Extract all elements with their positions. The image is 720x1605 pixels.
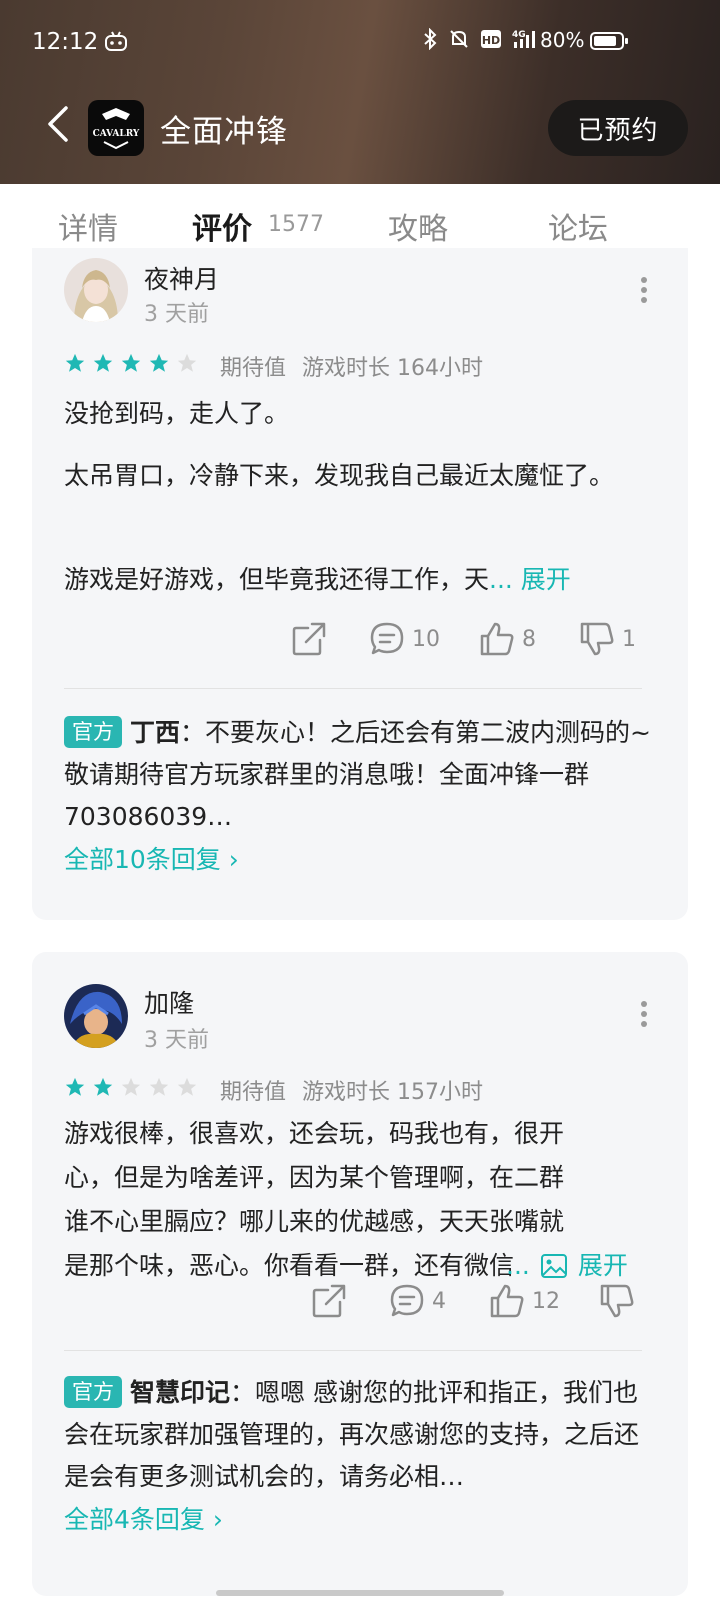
review-meta: 期待值 游戏时长 157小时 <box>220 1074 483 1106</box>
star-rating <box>64 1076 198 1098</box>
game-logo: CAVALRY <box>88 100 144 156</box>
all-replies-link[interactable]: 全部10条回复 › <box>64 840 239 876</box>
logo-text: CAVALRY <box>93 129 140 139</box>
dislike-count: 1 <box>622 626 636 652</box>
all-replies-link[interactable]: 全部4条回复 › <box>64 1500 223 1536</box>
status-bar: 12:12 HD 4G 80% <box>0 22 720 62</box>
bluetooth-icon <box>424 28 437 50</box>
star-empty-icon <box>177 353 197 372</box>
reply-author[interactable]: 智慧印记 <box>130 1378 230 1407</box>
status-icons: HD 4G <box>422 28 540 50</box>
thumbs-up-icon <box>490 1284 524 1318</box>
svg-text:HD: HD <box>482 34 500 47</box>
star-empty-icon <box>149 1077 169 1096</box>
star-icon <box>149 353 169 372</box>
review-time: 3 天前 <box>144 1028 209 1053</box>
tab-reviews-count: 1577 <box>268 212 324 237</box>
home-indicator[interactable] <box>216 1590 504 1596</box>
avatar[interactable] <box>64 984 128 1048</box>
review-time: 3 天前 <box>144 302 209 327</box>
review-meta: 期待值 游戏时长 164小时 <box>220 350 483 382</box>
review-paragraph: 游戏很棒，很喜欢，还会玩，码我也有，很开心，但是为啥差评，因为某个管理啊，在二群… <box>64 1119 564 1280</box>
review-username[interactable]: 加隆 <box>144 984 194 1020</box>
review-playtime: 游戏时长 157小时 <box>302 1080 484 1105</box>
thumbs-down-icon <box>580 622 614 656</box>
dislike-button[interactable] <box>598 1282 642 1320</box>
status-time: 12:12 <box>32 29 99 55</box>
star-empty-icon <box>177 1077 197 1096</box>
review-paragraph: 没抢到码，走人了。 <box>64 399 290 428</box>
star-icon <box>93 1077 113 1096</box>
like-button[interactable]: 8 <box>478 620 536 658</box>
share-button[interactable] <box>310 1282 348 1320</box>
thumbs-up-icon <box>480 622 514 656</box>
mute-icon <box>450 30 468 48</box>
official-badge: 官方 <box>64 1376 122 1408</box>
share-button[interactable] <box>290 620 328 658</box>
official-reply: 官方 智慧印记：嗯嗯 感谢您的批评和指正，我们也会在玩家群加强管理的，再次感谢您的… <box>64 1372 658 1498</box>
app-header: 12:12 HD 4G 80% CAVALRY 全面冲锋 已预约 <box>0 0 720 184</box>
official-badge: 官方 <box>64 716 122 748</box>
battery-level: 80% <box>540 28 585 52</box>
back-button[interactable] <box>44 104 74 144</box>
comment-count: 4 <box>432 1288 446 1314</box>
comment-button[interactable]: 10 <box>368 620 440 658</box>
more-options-icon[interactable] <box>640 276 648 304</box>
dislike-button[interactable]: 1 <box>578 620 636 658</box>
svg-text:4G: 4G <box>512 30 526 40</box>
thumbs-down-icon <box>600 1284 634 1318</box>
hd-icon: HD <box>481 30 501 48</box>
review-tag: 期待值 <box>220 1080 287 1105</box>
tab-forum[interactable]: 论坛 <box>548 204 608 248</box>
reply-author[interactable]: 丁西 <box>130 718 180 747</box>
review-paragraph: 太吊胃口，冷静下来，发现我自己最近太魔怔了。 <box>64 461 615 490</box>
divider <box>64 688 642 689</box>
review-card[interactable]: 加隆 3 天前 期待值 游戏时长 157小时 游戏很棒，很喜欢，还会玩，码我也有，… <box>32 952 688 1596</box>
reserved-button[interactable]: 已预约 <box>548 100 688 156</box>
tab-reviews[interactable]: 评价 <box>192 204 252 248</box>
image-icon <box>540 1254 567 1278</box>
comment-icon <box>370 622 404 655</box>
star-icon <box>93 353 113 372</box>
expand-link[interactable]: ... 展开 <box>489 565 571 594</box>
avatar[interactable] <box>64 258 128 322</box>
review-username[interactable]: 夜神月 <box>144 260 219 296</box>
star-empty-icon <box>121 1077 141 1096</box>
battery-icon <box>590 32 628 50</box>
review-playtime: 游戏时长 164小时 <box>302 356 484 381</box>
share-icon <box>312 1284 346 1318</box>
like-button[interactable]: 12 <box>488 1282 560 1320</box>
comment-icon <box>390 1284 424 1317</box>
review-paragraph-text: 游戏是好游戏，但毕竟我还得工作，天 <box>64 565 490 594</box>
comment-button[interactable]: 4 <box>388 1282 446 1320</box>
official-reply: 官方 丁西：不要灰心！之后还会有第二波内测码的~敬请期待官方玩家群里的消息哦！全面… <box>64 712 658 838</box>
star-icon <box>121 353 141 372</box>
like-count: 12 <box>532 1288 560 1314</box>
star-rating <box>64 352 198 374</box>
tab-guides[interactable]: 攻略 <box>388 204 448 248</box>
divider <box>64 1350 642 1351</box>
review-tag: 期待值 <box>220 356 287 381</box>
page-title: 全面冲锋 <box>160 114 288 150</box>
review-paragraph-last: 游戏是好游戏，但毕竟我还得工作，天... 展开 <box>64 558 654 602</box>
tab-details[interactable]: 详情 <box>58 204 118 248</box>
share-icon <box>292 622 326 656</box>
star-icon <box>65 1077 85 1096</box>
more-options-icon[interactable] <box>640 1000 648 1028</box>
review-card[interactable]: 夜神月 3 天前 期待值 游戏时长 164小时 没抢到码，走人了。 太吊胃口，冷静… <box>32 248 688 920</box>
star-icon <box>65 353 85 372</box>
comment-count: 10 <box>412 626 440 652</box>
game-controller-icon <box>105 31 127 51</box>
4g-signal-icon: 4G <box>512 30 535 48</box>
like-count: 8 <box>522 626 536 652</box>
